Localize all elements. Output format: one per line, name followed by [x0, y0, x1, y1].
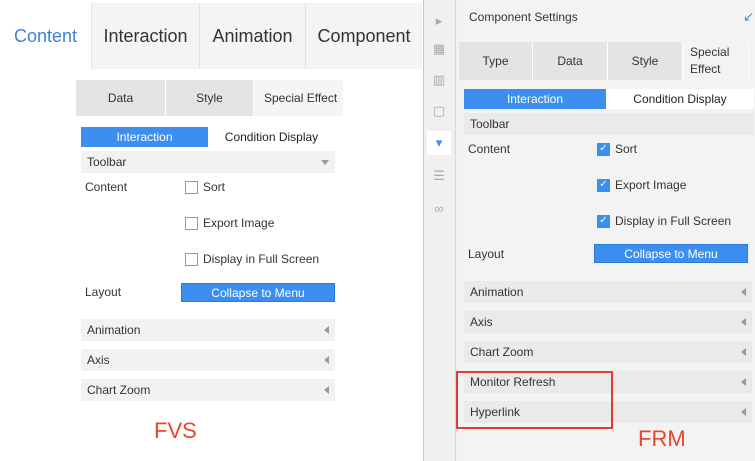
sort-checkbox[interactable]: ✓ Sort	[597, 142, 637, 156]
subtab-data[interactable]: Data	[533, 42, 608, 80]
tab-content[interactable]: Content	[0, 3, 92, 69]
fvs-main-tabs: Content Interaction Animation Component	[0, 3, 422, 69]
segment-interaction[interactable]: Interaction	[464, 89, 606, 109]
export-image-checkbox[interactable]: ✓ Export Image	[597, 178, 686, 192]
export-image-label: Export Image	[203, 216, 275, 230]
toolbar-label: Toolbar	[470, 117, 510, 131]
chevron-left-icon	[741, 378, 746, 386]
subtab-special-effect[interactable]: Special Effect	[254, 80, 344, 116]
axis-section[interactable]: Axis	[81, 349, 335, 371]
segment-interaction[interactable]: Interaction	[81, 127, 208, 147]
layout-label: Layout	[468, 247, 505, 261]
checkbox-icon	[185, 216, 198, 230]
frm-sub-tabs: Type Data Style Special Effect	[459, 42, 749, 80]
animation-section[interactable]: Animation	[464, 281, 752, 303]
frame-icon[interactable]: ▢	[431, 103, 447, 119]
chevron-left-icon	[324, 386, 329, 394]
export-image-checkbox[interactable]: Export Image	[185, 216, 274, 230]
expand-arrow-icon[interactable]: ↙	[743, 9, 754, 25]
link-icon[interactable]: ∞	[431, 200, 447, 216]
segment-condition-display[interactable]: Condition Display	[606, 89, 754, 109]
full-screen-label: Display in Full Screen	[203, 252, 320, 266]
chevron-left-icon	[741, 348, 746, 356]
subtab-type[interactable]: Type	[459, 42, 533, 80]
form-list-icon[interactable]: ☰	[431, 168, 447, 184]
widget-icon-strip: ▸ ▦ ▥ ▢ ▾ ☰ ∞	[424, 0, 456, 461]
animation-label: Animation	[470, 285, 524, 299]
chart-icon[interactable]: ▥	[431, 72, 447, 88]
chevron-left-icon	[741, 288, 746, 296]
fvs-segment: Interaction Condition Display	[81, 127, 335, 147]
table-icon[interactable]: ▦	[431, 41, 447, 57]
toolbar-label: Toolbar	[87, 155, 127, 169]
toolbar-section[interactable]: Toolbar	[81, 151, 335, 173]
segment-condition-display[interactable]: Condition Display	[208, 127, 335, 147]
subtab-style[interactable]: Style	[166, 80, 254, 116]
export-image-label: Export Image	[615, 178, 687, 192]
component-settings-title: Component Settings	[469, 10, 578, 24]
fvs-tag: FVS	[154, 418, 197, 443]
subtab-style[interactable]: Style	[608, 42, 683, 80]
chevron-left-icon	[324, 356, 329, 364]
highlight-box	[456, 371, 613, 429]
chart-zoom-label: Chart Zoom	[470, 345, 534, 359]
frm-segment: Interaction Condition Display	[464, 89, 754, 109]
check-icon: ✓	[597, 142, 610, 156]
full-screen-checkbox[interactable]: Display in Full Screen	[185, 252, 319, 266]
chart-zoom-section[interactable]: Chart Zoom	[464, 341, 752, 363]
subtab-data[interactable]: Data	[76, 80, 166, 116]
axis-label: Axis	[87, 353, 110, 367]
axis-section[interactable]: Axis	[464, 311, 752, 333]
chart-zoom-section[interactable]: Chart Zoom	[81, 379, 335, 401]
frm-tag: FRM	[638, 426, 686, 451]
chevron-down-icon	[321, 159, 329, 165]
tab-component[interactable]: Component	[306, 3, 422, 69]
chevron-left-icon	[324, 326, 329, 334]
subtab-special-effect[interactable]: Special Effect	[683, 42, 749, 80]
chart-zoom-label: Chart Zoom	[87, 383, 151, 397]
content-label: Content	[468, 142, 511, 156]
axis-label: Axis	[470, 315, 493, 329]
layout-label: Layout	[85, 285, 122, 299]
checkbox-icon	[185, 252, 198, 266]
sort-label: Sort	[203, 180, 226, 194]
chevron-left-icon	[741, 318, 746, 326]
sort-checkbox[interactable]: Sort	[185, 180, 225, 194]
tab-interaction[interactable]: Interaction	[92, 3, 200, 69]
content-label: Content	[85, 180, 128, 194]
animation-section[interactable]: Animation	[81, 319, 335, 341]
sort-label: Sort	[615, 142, 638, 156]
collapse-arrow-icon[interactable]: ▸	[431, 13, 447, 29]
check-icon: ✓	[597, 214, 610, 228]
animation-label: Animation	[87, 323, 141, 337]
checkbox-icon	[185, 180, 198, 194]
full-screen-label: Display in Full Screen	[615, 214, 732, 228]
tab-animation[interactable]: Animation	[200, 3, 306, 69]
dropdown-icon[interactable]: ▾	[427, 131, 451, 155]
full-screen-checkbox[interactable]: ✓ Display in Full Screen	[597, 214, 731, 228]
chevron-left-icon	[741, 408, 746, 416]
check-icon: ✓	[597, 178, 610, 192]
fvs-panel: Content Interaction Animation Component …	[0, 0, 424, 461]
collapse-to-menu-button[interactable]: Collapse to Menu	[181, 283, 335, 302]
fvs-sub-tabs: Data Style Special Effect	[76, 80, 344, 116]
toolbar-section[interactable]: Toolbar	[464, 113, 754, 135]
collapse-to-menu-button[interactable]: Collapse to Menu	[594, 244, 748, 263]
